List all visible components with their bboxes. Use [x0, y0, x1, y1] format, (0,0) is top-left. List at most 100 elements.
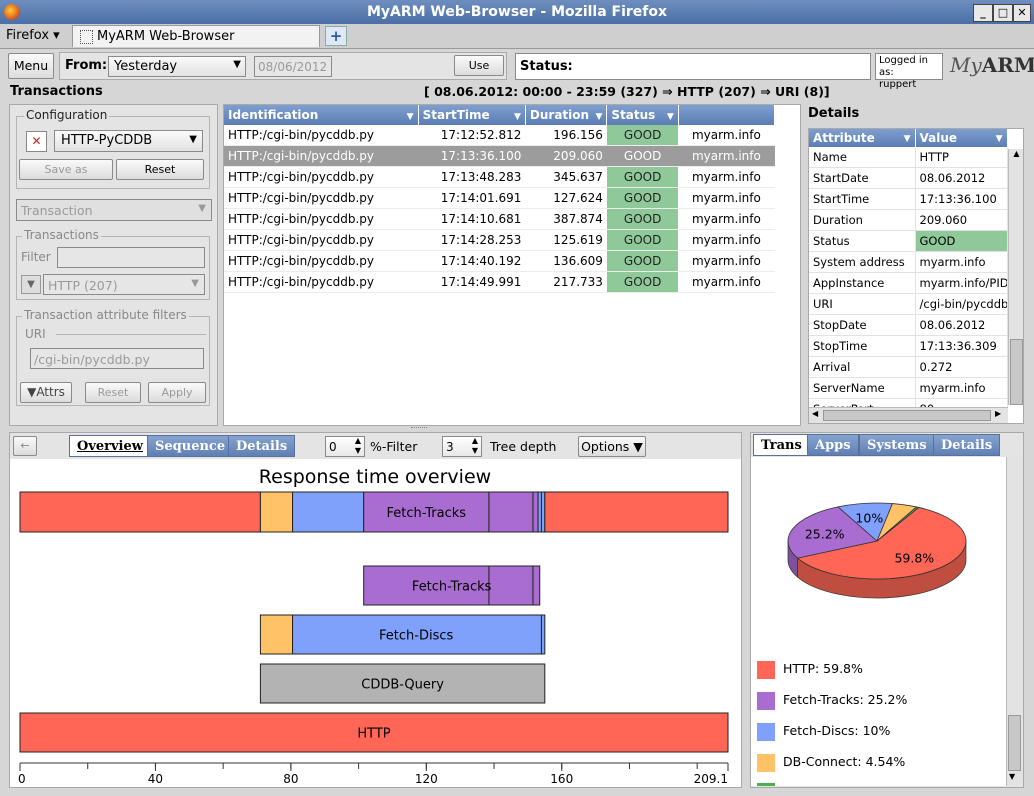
tab-sequence[interactable]: Sequence	[147, 435, 234, 457]
details-vscrollbar[interactable]: ▲	[1008, 149, 1023, 405]
details-row[interactable]: ServerName myarm.info	[809, 377, 1008, 399]
tab-details[interactable]: Details	[228, 435, 296, 457]
tree-depth-spinner[interactable]: 3 ▲ ▼	[442, 436, 482, 457]
timeline-segment	[259, 614, 294, 655]
table-row[interactable]: HTTP:/cgi-bin/pycddb.py 17:14:40.192 136.6…	[224, 250, 775, 272]
details-hscrollbar[interactable]: ◀ ▶	[809, 407, 1008, 423]
details-hscroll-thumb[interactable]	[823, 410, 991, 421]
browser-tab[interactable]: MyARM Web-Browser	[72, 25, 320, 47]
sort-icon[interactable]: ▼	[904, 134, 911, 144]
sort-icon[interactable]: ▼	[596, 112, 603, 122]
pct-filter-label: %-Filter	[370, 439, 418, 454]
plus-icon: +	[329, 27, 343, 45]
details-vscroll-thumb[interactable]	[1010, 339, 1023, 405]
spinner-arrows-icon[interactable]: ▲ ▼	[355, 436, 361, 456]
details-column-header[interactable]: Attribute ▼	[809, 129, 916, 147]
duration-cell: 209.060	[525, 145, 607, 167]
scroll-up-icon[interactable]: ▲	[1010, 149, 1023, 163]
scroll-down-icon[interactable]: ▼	[1009, 772, 1015, 781]
tab-right-details[interactable]: Details	[933, 434, 1001, 456]
tab-overview[interactable]: Overview	[69, 435, 151, 457]
attribute-name: StartDate	[809, 167, 916, 189]
details-row[interactable]: StartDate 08.06.2012	[809, 167, 1008, 189]
column-header[interactable]: Duration ▼	[525, 105, 608, 125]
filter-dropdown-icon[interactable]: ▼	[21, 275, 41, 294]
scroll-right-icon[interactable]: ▶	[995, 409, 1001, 418]
delete-config-icon[interactable]: ✕	[26, 131, 47, 152]
tab-trans[interactable]: Trans	[753, 434, 810, 456]
details-row[interactable]: Duration 209.060	[809, 209, 1008, 231]
identification-cell: HTTP:/cgi-bin/pycddb.py	[224, 208, 419, 230]
chart-title: Response time overview	[259, 466, 491, 488]
apply-button[interactable]: Apply	[148, 382, 206, 403]
sort-icon[interactable]: ▼	[996, 134, 1003, 144]
details-row[interactable]: AppInstance myarm.info/PID.	[809, 272, 1008, 294]
http-select[interactable]: HTTP (207) ▼	[43, 274, 205, 295]
table-row[interactable]: HTTP:/cgi-bin/pycddb.py 17:14:49.991 217.7…	[224, 271, 775, 293]
table-row[interactable]: HTTP:/cgi-bin/pycddb.py 17:14:01.691 127.6…	[224, 187, 775, 209]
scroll-left-icon[interactable]: ◀	[812, 409, 818, 418]
maximize-button[interactable]: □	[993, 4, 1013, 22]
timeline-segment	[488, 491, 534, 533]
from-select[interactable]: Yesterday ▼	[108, 56, 246, 77]
status-field: Status:	[515, 53, 871, 80]
bar-label: Fetch-Discs	[379, 629, 453, 644]
save-as-button[interactable]: Save as	[19, 159, 113, 180]
table-row[interactable]: HTTP:/cgi-bin/pycddb.py 17:13:48.283 345.6…	[224, 166, 775, 188]
details-row[interactable]: StopTime 17:13:36.309	[809, 335, 1008, 357]
sort-icon[interactable]: ▼	[667, 112, 674, 122]
column-header[interactable]	[678, 105, 776, 125]
status-cell: GOOD	[606, 271, 679, 293]
sort-icon[interactable]: ▼	[514, 112, 521, 122]
details-row[interactable]: Name HTTP	[809, 147, 1008, 168]
reset-filter-button[interactable]: Reset	[85, 382, 141, 403]
reset-config-button[interactable]: Reset	[116, 159, 204, 180]
legend-swatch	[757, 753, 775, 772]
options-button[interactable]: Options ▼	[578, 436, 646, 457]
details-row[interactable]: Arrival 0.272	[809, 356, 1008, 378]
details-row[interactable]: URI/cgi-bin/pycddb.	[809, 293, 1008, 315]
configuration-select[interactable]: HTTP-PyCDDB ▼	[54, 130, 203, 152]
close-window-button[interactable]: ✕	[1013, 4, 1031, 22]
table-row[interactable]: HTTP:/cgi-bin/pycddb.py 17:13:36.100 209.0…	[224, 145, 775, 167]
date-field[interactable]: 08/06/2012	[254, 56, 332, 77]
splitter-handle[interactable]	[411, 427, 427, 431]
table-row[interactable]: HTTP:/cgi-bin/pycddb.py 17:14:10.681 387.8…	[224, 208, 775, 230]
table-row[interactable]: HTTP:/cgi-bin/pycddb.py 17:12:52.812 196.1…	[224, 125, 775, 146]
legend-item: DB-Connect: 4.54%	[757, 752, 905, 772]
column-header[interactable]: Identification ▼	[224, 105, 419, 125]
minimize-button[interactable]: _	[973, 4, 993, 22]
duration-cell: 345.637	[525, 166, 607, 188]
attrs-button[interactable]: ▼Attrs	[20, 382, 72, 403]
table-row[interactable]: HTTP:/cgi-bin/pycddb.py 17:14:28.253 125.6…	[224, 229, 775, 251]
bar-label: HTTP	[357, 727, 390, 742]
system-cell: myarm.info	[678, 187, 775, 209]
firefox-menu[interactable]: Firefox ▾	[6, 27, 60, 45]
pie-vscrollbar[interactable]: ▼	[1006, 457, 1022, 786]
details-row[interactable]: StopDate 08.06.2012	[809, 314, 1008, 336]
column-header[interactable]: Status ▼	[606, 105, 679, 125]
spinner-arrows-icon[interactable]: ▲ ▼	[472, 436, 478, 456]
details-row[interactable]: System address myarm.info	[809, 251, 1008, 273]
reset-config-label: Reset	[144, 163, 176, 176]
legend-item: HTTP: 59.8%	[757, 659, 863, 679]
uri-input[interactable]: /cgi-bin/pycddb.py	[30, 348, 204, 369]
transaction-select[interactable]: Transaction ▼	[16, 199, 212, 221]
details-row[interactable]: StartTime 17:13:36.100	[809, 188, 1008, 210]
attribute-name: Name	[809, 147, 916, 168]
sort-icon[interactable]: ▼	[407, 112, 414, 122]
tab-systems[interactable]: Systems	[859, 434, 935, 456]
details-column-header[interactable]: Value ▼	[915, 129, 1008, 147]
logged-in-box: Logged in as: ruppert	[875, 53, 943, 90]
menu-button[interactable]: Menu	[8, 53, 54, 79]
system-cell: myarm.info	[678, 125, 775, 146]
filter-input[interactable]	[57, 247, 205, 268]
pct-filter-spinner[interactable]: 0 ▲ ▼	[325, 436, 365, 457]
new-tab-button[interactable]: +	[325, 26, 347, 46]
details-row[interactable]: Status GOOD	[809, 230, 1008, 252]
pie-vscroll-thumb[interactable]	[1008, 715, 1021, 771]
tab-apps[interactable]: Apps	[807, 434, 859, 456]
back-arrow-icon[interactable]: ←	[13, 436, 37, 456]
use-button[interactable]: Use	[454, 55, 504, 76]
column-header[interactable]: StartTime ▼	[418, 105, 526, 125]
